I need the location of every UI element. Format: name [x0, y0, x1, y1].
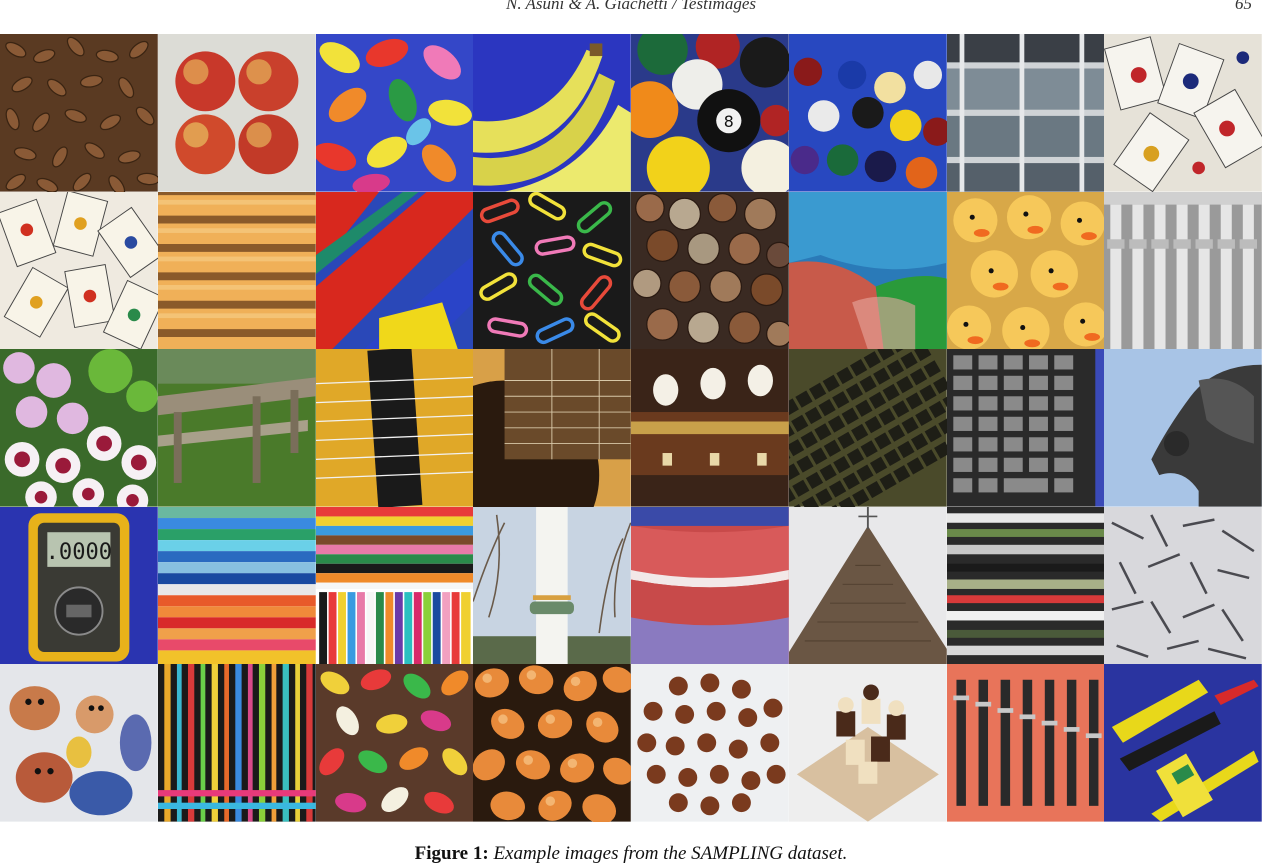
image-bananas: [473, 34, 631, 192]
image-pole: [473, 506, 631, 665]
image-playing-cards-1: [1104, 34, 1262, 192]
figure-image-grid: 8 .0000: [0, 34, 1262, 822]
image-roof: [788, 506, 947, 665]
image-fabric-folds: [631, 506, 789, 665]
image-laptop-keyboard: [788, 349, 947, 507]
image-tarot-cards: [0, 191, 158, 350]
image-guitar-soundhole: [473, 349, 631, 507]
image-tool-case: [946, 664, 1105, 822]
figure-caption: Figure 1: Example images from the SAMPLI…: [0, 843, 1262, 865]
image-picnic-table: [157, 349, 316, 507]
image-clay-figures: [0, 664, 158, 822]
image-billiard-balls-1: 8: [631, 34, 789, 192]
image-tools: [1104, 664, 1262, 822]
image-cushions: [788, 191, 947, 350]
image-coins: [631, 191, 789, 350]
image-paper-clips: [473, 191, 631, 350]
image-balloons: [315, 34, 474, 192]
image-billiard-balls-2: [788, 34, 947, 192]
image-wooden-puzzle: [788, 664, 947, 822]
image-balustrade: [1104, 191, 1262, 350]
image-carrots: [157, 191, 316, 350]
figure-caption-text: Example images from the SAMPLING dataset…: [493, 843, 848, 864]
svg-text:.0000: .0000: [46, 540, 112, 565]
image-computer-keyboard: [946, 349, 1105, 507]
image-rubber-ducks: [946, 191, 1105, 350]
image-apples: [157, 34, 316, 192]
image-building: [946, 34, 1105, 192]
image-guitar-bridge: [315, 349, 474, 507]
image-nails: [1104, 506, 1262, 665]
image-flowers: [0, 349, 158, 507]
image-almonds: [0, 34, 158, 192]
figure-caption-label: Figure 1:: [414, 843, 489, 864]
image-candies: [315, 664, 474, 822]
image-knitted-fabric: [946, 506, 1105, 665]
image-tomatoes: [473, 664, 631, 822]
image-cherry-tomatoes: [631, 664, 789, 822]
image-colored-rods-1: [157, 506, 316, 665]
image-plastic-stools: [315, 191, 474, 350]
image-colored-pencils: [315, 506, 474, 665]
svg-text:8: 8: [724, 112, 734, 131]
image-multimeter: .0000: [0, 506, 158, 665]
image-lion-statue: [1104, 349, 1262, 507]
running-head: N. Asuni & A. Giachetti / Testimages: [506, 0, 756, 13]
image-guitar-tuners: [631, 349, 789, 507]
image-striped-fabric: [157, 664, 316, 822]
page-header: N. Asuni & A. Giachetti / Testimages 65: [0, 0, 1262, 18]
page-number: 65: [1235, 0, 1252, 13]
